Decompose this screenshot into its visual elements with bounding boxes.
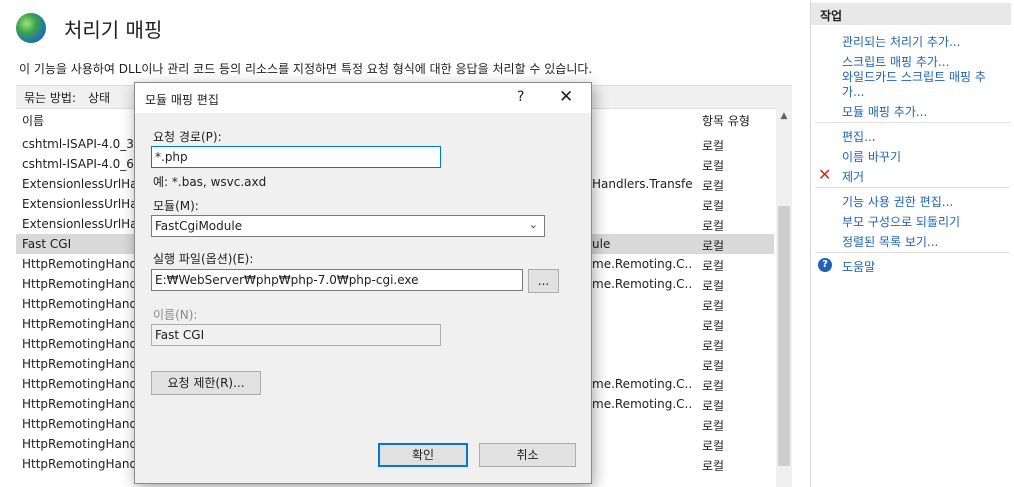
row-type: 로컬: [702, 299, 725, 313]
executable-label: 실행 파일(옵션)(E):: [153, 252, 254, 266]
row-type: 로컬: [702, 219, 725, 233]
row-type: 로컬: [702, 199, 725, 213]
add-managed-handler-link[interactable]: 관리되는 처리기 추가...: [842, 33, 960, 50]
actions-divider: [815, 252, 1010, 253]
row-name: ExtensionlessUrlHandler: [22, 197, 137, 211]
page-description: 이 기능을 사용하여 DLL이나 관리 코드 등의 리소스를 지정하면 특정 요…: [19, 62, 593, 76]
actions-title: 작업: [820, 9, 843, 23]
row-name: ExtensionlessUrlHandler: [22, 177, 137, 191]
red-x-icon: ✕: [818, 165, 832, 184]
name-input: Fast CGI: [151, 324, 441, 346]
row-type: 로컬: [702, 339, 725, 353]
row-type: 로컬: [702, 259, 725, 273]
request-path-label: 요청 경로(P):: [153, 130, 222, 144]
row-handler: me.Remoting.C...: [592, 377, 692, 391]
row-handler: ule: [592, 237, 611, 251]
scroll-up-arrow-icon[interactable]: ▲: [777, 111, 791, 123]
row-handler: me.Remoting.C...: [592, 397, 692, 411]
row-name: HttpRemotingHandlerFactory: [22, 337, 137, 351]
row-type: 로컬: [702, 419, 725, 433]
row-handler: me.Remoting.C...: [592, 257, 692, 271]
row-name: Fast CGI: [22, 237, 72, 251]
dialog-title: 모듈 매핑 편집: [145, 93, 219, 107]
actions-divider: [815, 122, 1010, 123]
request-restrictions-button[interactable]: 요청 제한(R)...: [151, 371, 261, 395]
row-name: HttpRemotingHandlerFactory: [22, 297, 137, 311]
row-name: HttpRemotingHandlerFactory: [22, 397, 137, 411]
page-title: 처리기 매핑: [64, 18, 163, 42]
row-name: HttpRemotingHandlerFactory: [22, 357, 137, 371]
actions-header: 작업: [811, 3, 1011, 25]
view-ordered-list-link[interactable]: 정렬된 목록 보기...: [842, 233, 938, 250]
edit-feature-permissions-link[interactable]: 기능 사용 권한 편집...: [842, 193, 953, 210]
row-name: HttpRemotingHandlerFactory: [22, 417, 137, 431]
row-name: cshtml-ISAPI-4.0_32bit: [22, 137, 137, 151]
revert-to-parent-link[interactable]: 부모 구성으로 되돌리기: [842, 213, 960, 230]
row-type: 로컬: [702, 359, 725, 373]
chevron-down-icon[interactable]: ⌄: [529, 218, 538, 231]
row-type: 로컬: [702, 239, 725, 253]
cancel-button[interactable]: 취소: [479, 443, 576, 467]
row-type: 로컬: [702, 439, 725, 453]
add-module-map-link[interactable]: 모듈 매핑 추가...: [842, 103, 927, 120]
remove-link[interactable]: 제거: [842, 168, 864, 185]
row-type: 로컬: [702, 399, 725, 413]
name-label: 이름(N):: [153, 308, 198, 322]
module-combobox[interactable]: FastCgiModule ⌄: [151, 215, 545, 237]
row-name: HttpRemotingHandlerFactory: [22, 457, 137, 471]
row-name: HttpRemotingHandlerFactory: [22, 317, 137, 331]
row-name: HttpRemotingHandlerFactory: [22, 437, 137, 451]
add-wildcard-script-map-link[interactable]: 와일드카드 스크립트 매핑 추가...: [842, 70, 1007, 100]
example-text: 예: *.bas, wsvc.axd: [153, 175, 267, 189]
executable-input[interactable]: E:₩WebServer₩php₩php-7.0₩php-cgi.exe: [151, 269, 523, 291]
dialog-help-button[interactable]: ?: [517, 89, 524, 105]
row-type: 로컬: [702, 319, 725, 333]
actions-divider: [815, 187, 1010, 188]
row-name: cshtml-ISAPI-4.0_64bit: [22, 157, 137, 171]
rename-link[interactable]: 이름 바꾸기: [842, 148, 901, 165]
row-handler: me.Remoting.C...: [592, 277, 692, 291]
row-type: 로컬: [702, 159, 725, 173]
ok-button[interactable]: 확인: [378, 443, 468, 467]
row-name: HttpRemotingHandlerFactory: [22, 377, 137, 391]
module-value: FastCgiModule: [155, 219, 243, 233]
column-header-type[interactable]: 항목 유형: [702, 112, 750, 129]
row-type: 로컬: [702, 459, 725, 473]
edit-link[interactable]: 편집...: [842, 128, 876, 145]
module-label: 모듈(M):: [153, 199, 199, 213]
column-header-name[interactable]: 이름: [22, 112, 44, 129]
edit-module-mapping-dialog: 모듈 매핑 편집 ? ✕ 요청 경로(P): *.php 예: *.bas, w…: [134, 82, 592, 484]
scrollbar-thumb[interactable]: [778, 206, 790, 466]
row-type: 로컬: [702, 279, 725, 293]
row-type: 로컬: [702, 179, 725, 193]
globe-icon: [16, 13, 46, 43]
close-icon[interactable]: ✕: [559, 87, 573, 107]
help-icon: ?: [818, 258, 832, 272]
help-link[interactable]: 도움말: [842, 258, 875, 275]
add-script-map-link[interactable]: 스크립트 매핑 추가...: [842, 53, 949, 70]
request-path-input[interactable]: *.php: [151, 146, 441, 168]
groupby-label: 묶는 방법:: [24, 91, 77, 105]
row-type: 로컬: [702, 379, 725, 393]
browse-button[interactable]: ...: [528, 269, 559, 293]
groupby-select[interactable]: 상태: [88, 89, 110, 106]
row-name: HttpRemotingHandlerFactory: [22, 257, 137, 271]
row-name: ExtensionlessUrlHandler: [22, 217, 137, 231]
row-name: HttpRemotingHandlerFactory: [22, 277, 137, 291]
row-type: 로컬: [702, 139, 725, 153]
row-handler: Handlers.Transfe...: [592, 177, 692, 191]
